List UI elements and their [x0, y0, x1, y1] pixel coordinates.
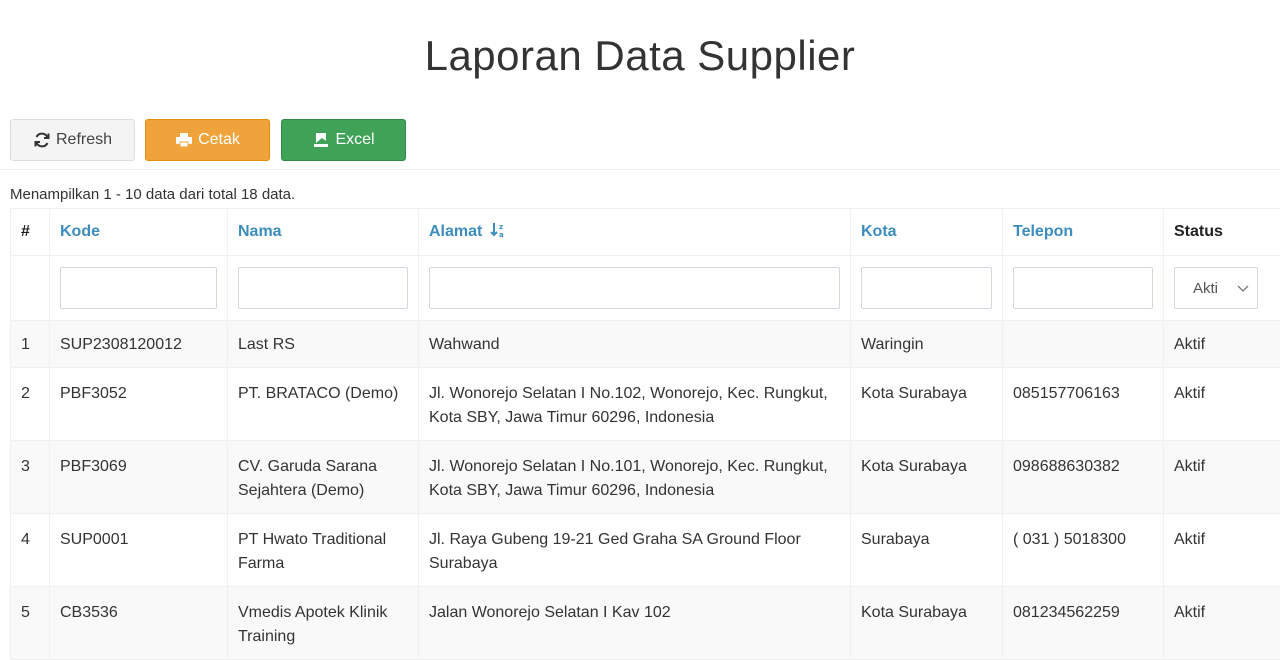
page-title: Laporan Data Supplier [0, 0, 1280, 110]
printer-icon [175, 132, 193, 148]
filter-cell-index [11, 256, 50, 321]
nama-filter-input[interactable] [238, 267, 408, 309]
toolbar: Refresh Cetak Excel [0, 110, 1280, 170]
cell-kota: Kota Surabaya [851, 587, 1003, 660]
cell-telepon: 098688630382 [1003, 441, 1164, 514]
cell-kode: CB3536 [50, 587, 228, 660]
col-kode-header[interactable]: Kode [50, 209, 228, 256]
sort-ascending-icon: za [490, 222, 506, 243]
table-row[interactable]: 3PBF3069CV. Garuda Sarana Sejahtera (Dem… [11, 441, 1280, 514]
refresh-icon [33, 132, 51, 148]
cell-status: Aktif [1164, 441, 1280, 514]
cell-alamat: Jalan Wonorejo Selatan I Kav 102 [419, 587, 851, 660]
cell-no: 4 [11, 514, 50, 587]
print-button[interactable]: Cetak [145, 119, 270, 161]
table-header-row: # Kode Nama Alamat za Kota Telepon Statu… [11, 209, 1280, 256]
status-filter-select[interactable]: Akti [1174, 267, 1258, 309]
alamat-filter-input[interactable] [429, 267, 840, 309]
cell-kota: Kota Surabaya [851, 441, 1003, 514]
cell-alamat: Jl. Wonorejo Selatan I No.101, Wonorejo,… [419, 441, 851, 514]
col-status-header: Status [1164, 209, 1280, 256]
cell-kode: SUP2308120012 [50, 321, 228, 368]
col-index-header: # [11, 209, 50, 256]
excel-label: Excel [335, 131, 374, 149]
svg-text:a: a [499, 231, 504, 238]
chevron-down-icon [1237, 280, 1249, 297]
refresh-button[interactable]: Refresh [10, 119, 135, 161]
cell-nama: Last RS [228, 321, 419, 368]
export-icon [312, 132, 330, 148]
cell-nama: CV. Garuda Sarana Sejahtera (Demo) [228, 441, 419, 514]
excel-button[interactable]: Excel [281, 119, 406, 161]
cell-status: Aktif [1164, 368, 1280, 441]
cell-kode: SUP0001 [50, 514, 228, 587]
cell-status: Aktif [1164, 321, 1280, 368]
telepon-filter-input[interactable] [1013, 267, 1153, 309]
kode-filter-input[interactable] [60, 267, 217, 309]
cell-telepon: 081234562259 [1003, 587, 1164, 660]
table-row[interactable]: 5CB3536Vmedis Apotek Klinik TrainingJala… [11, 587, 1280, 660]
cell-no: 1 [11, 321, 50, 368]
cell-no: 5 [11, 587, 50, 660]
refresh-label: Refresh [56, 131, 112, 149]
table-row[interactable]: 1SUP2308120012Last RSWahwandWaringin Akti… [11, 321, 1280, 368]
table-row[interactable]: 4SUP0001PT Hwato Traditional FarmaJl. Ra… [11, 514, 1280, 587]
col-kota-header[interactable]: Kota [851, 209, 1003, 256]
cell-status: Aktif [1164, 587, 1280, 660]
cell-kota: Surabaya [851, 514, 1003, 587]
cell-telepon [1003, 321, 1164, 368]
table-body: 1SUP2308120012Last RSWahwandWaringin Akti… [11, 321, 1280, 660]
supplier-table: # Kode Nama Alamat za Kota Telepon Statu… [10, 208, 1280, 660]
table-row[interactable]: 2PBF3052PT. BRATACO (Demo)Jl. Wonorejo S… [11, 368, 1280, 441]
cell-no: 2 [11, 368, 50, 441]
col-alamat-header[interactable]: Alamat za [419, 209, 851, 256]
cell-telepon: ( 031 ) 5018300 [1003, 514, 1164, 587]
cell-nama: Vmedis Apotek Klinik Training [228, 587, 419, 660]
result-summary: Menampilkan 1 - 10 data dari total 18 da… [0, 170, 1280, 208]
cell-status: Aktif [1164, 514, 1280, 587]
cell-nama: PT Hwato Traditional Farma [228, 514, 419, 587]
cell-alamat: Jl. Raya Gubeng 19-21 Ged Graha SA Groun… [419, 514, 851, 587]
col-telepon-header[interactable]: Telepon [1003, 209, 1164, 256]
kota-filter-input[interactable] [861, 267, 992, 309]
print-label: Cetak [198, 131, 240, 149]
svg-text:z: z [499, 223, 503, 231]
cell-nama: PT. BRATACO (Demo) [228, 368, 419, 441]
cell-no: 3 [11, 441, 50, 514]
col-nama-header[interactable]: Nama [228, 209, 419, 256]
cell-alamat: Wahwand [419, 321, 851, 368]
cell-kode: PBF3069 [50, 441, 228, 514]
col-alamat-label: Alamat [429, 223, 482, 240]
status-filter-value: Akti [1193, 280, 1218, 297]
cell-alamat: Jl. Wonorejo Selatan I No.102, Wonorejo,… [419, 368, 851, 441]
cell-kota: Waringin [851, 321, 1003, 368]
cell-kode: PBF3052 [50, 368, 228, 441]
cell-kota: Kota Surabaya [851, 368, 1003, 441]
filter-row: Akti [11, 256, 1280, 321]
cell-telepon: 085157706163 [1003, 368, 1164, 441]
